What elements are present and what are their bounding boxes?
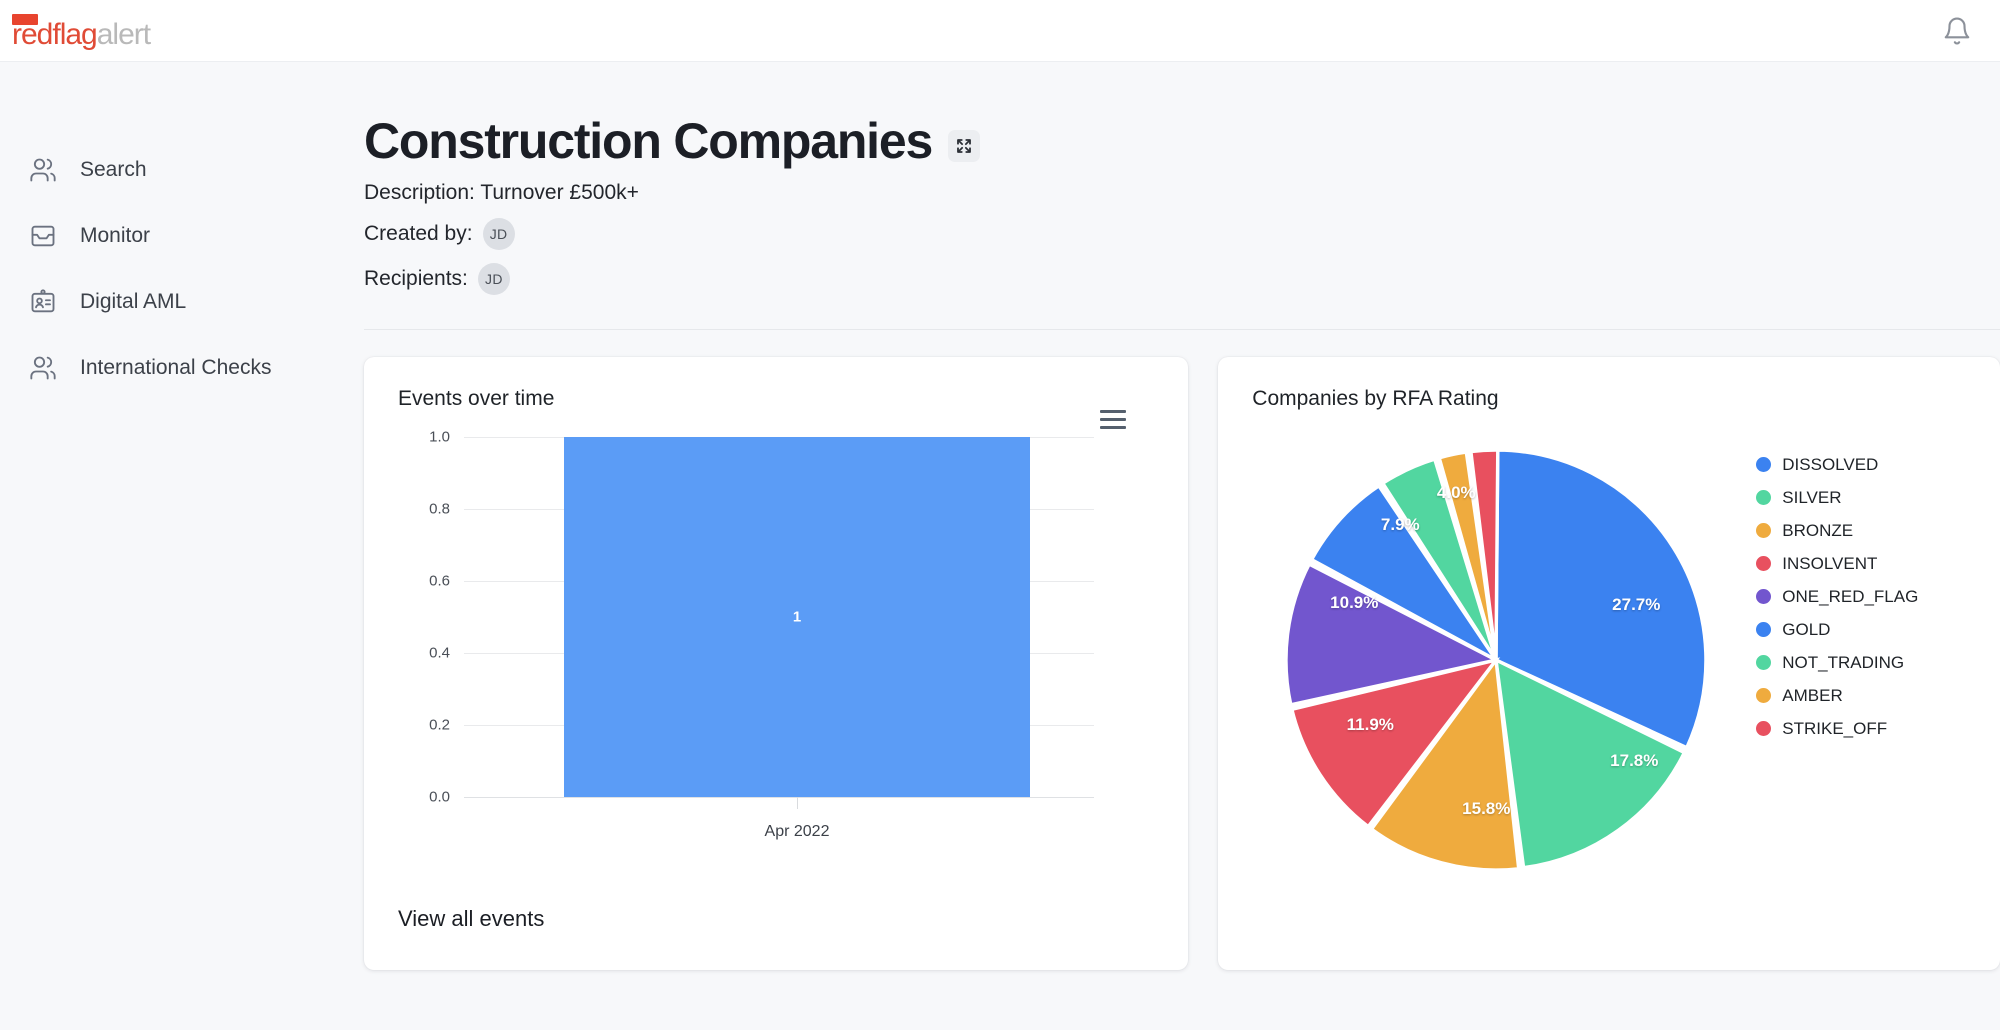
legend-label: BRONZE — [1782, 520, 1854, 540]
legend-label: SILVER — [1782, 487, 1842, 507]
legend-color-swatch — [1756, 721, 1772, 736]
main-content: Construction Companies Description: Turn… — [360, 62, 2000, 1030]
x-tick-mark — [797, 797, 798, 809]
legend-color-swatch — [1756, 655, 1772, 670]
legend-color-swatch — [1756, 523, 1772, 538]
x-tick-label: Apr 2022 — [764, 823, 830, 840]
top-bar: redflagalert — [0, 0, 2000, 62]
chart-menu-button[interactable] — [1100, 410, 1127, 429]
id-badge-icon — [28, 287, 58, 317]
legend-label: DISSOLVED — [1782, 454, 1879, 474]
pie-label-not-trading: 4.0% — [1436, 483, 1476, 502]
page-title: Construction Companies — [364, 113, 933, 169]
hamburger-menu-icon — [1100, 426, 1127, 429]
y-tick-label: 0.8 — [429, 500, 450, 518]
flag-icon — [12, 13, 38, 25]
card-title: Events over time — [398, 387, 555, 410]
legend-color-swatch — [1756, 556, 1772, 571]
legend-item-amber[interactable]: AMBER — [1756, 679, 1918, 712]
legend-color-swatch — [1756, 457, 1772, 472]
legend-label: NOT_TRADING — [1782, 652, 1905, 672]
sidebar-item-search[interactable]: Search — [0, 137, 360, 203]
view-all-events-link[interactable]: View all events — [398, 906, 544, 932]
legend-item-insolvent[interactable]: INSOLVENT — [1756, 547, 1918, 580]
title-row: Construction Companies — [364, 114, 2000, 168]
sidebar-item-label: Search — [80, 158, 147, 181]
y-tick-label: 1.0 — [429, 428, 450, 446]
notifications-button[interactable] — [1942, 16, 2000, 46]
legend-color-swatch — [1756, 589, 1772, 604]
description-text: Description: Turnover £500k+ — [364, 181, 639, 204]
legend-color-swatch — [1756, 688, 1772, 703]
bar-value-label: 1 — [792, 608, 802, 626]
legend-item-not-trading[interactable]: NOT_TRADING — [1756, 646, 1918, 679]
expand-button[interactable] — [948, 130, 981, 162]
pie-label-silver: 17.8% — [1610, 751, 1659, 770]
avatar[interactable]: JD — [477, 263, 510, 295]
brand-logo[interactable]: redflagalert — [0, 12, 151, 51]
created-by-row: Created by: JD — [364, 218, 2000, 250]
card-title: Companies by RFA Rating — [1252, 387, 1499, 410]
inbox-icon — [28, 221, 58, 251]
sidebar: Search Monitor Digital AML International… — [0, 62, 360, 1030]
recipients-label: Recipients: — [364, 267, 468, 290]
legend-label: GOLD — [1782, 619, 1831, 639]
pie-label-gold: 7.9% — [1380, 515, 1420, 534]
y-tick-label: 0.2 — [429, 716, 450, 734]
sidebar-item-monitor[interactable]: Monitor — [0, 203, 360, 269]
legend-color-swatch — [1756, 622, 1772, 637]
sidebar-item-label: International Checks — [80, 356, 272, 379]
sidebar-item-label: Monitor — [80, 224, 151, 247]
sidebar-item-international-checks[interactable]: International Checks — [0, 335, 360, 401]
sidebar-item-label: Digital AML — [80, 290, 187, 313]
description-line: Description: Turnover £500k+ — [364, 181, 2000, 205]
users-icon — [28, 353, 58, 383]
legend-label: ONE_RED_FLAG — [1782, 586, 1919, 606]
bell-icon — [1944, 17, 1970, 45]
legend-item-strike-off[interactable]: STRIKE_OFF — [1756, 712, 1918, 745]
pie-label-one-red-flag: 10.9% — [1330, 593, 1379, 612]
cards-row: Events over time 1.0 0.8 0.6 0.4 0.2 0.0 — [360, 330, 2000, 970]
pie-chart: 27.7% 17.8% 15.8% 11.9% 10.9% 7.9% 4.0% … — [1218, 423, 2000, 943]
pie-label-insolvent: 11.9% — [1346, 715, 1394, 734]
sidebar-item-digital-aml[interactable]: Digital AML — [0, 269, 360, 335]
legend-item-gold[interactable]: GOLD — [1756, 613, 1918, 646]
created-by-label: Created by: — [364, 222, 473, 245]
legend-label: STRIKE_OFF — [1782, 718, 1888, 738]
avatar[interactable]: JD — [482, 218, 515, 250]
axis-line — [464, 797, 1094, 798]
legend-label: AMBER — [1782, 685, 1843, 705]
events-over-time-card: Events over time 1.0 0.8 0.6 0.4 0.2 0.0 — [364, 357, 1189, 970]
pie-label-dissolved: 27.7% — [1612, 595, 1661, 614]
legend-color-swatch — [1756, 490, 1772, 505]
hamburger-menu-icon — [1100, 418, 1127, 421]
pie-label-bronze: 15.8% — [1462, 799, 1511, 818]
users-icon — [28, 155, 58, 185]
recipients-row: Recipients: JD — [364, 263, 2000, 295]
y-tick-label: 0.6 — [429, 572, 450, 590]
bar-chart: 1.0 0.8 0.6 0.4 0.2 0.0 1 Apr 2022 — [364, 429, 1197, 855]
legend-label: INSOLVENT — [1782, 553, 1878, 573]
pie-legend: DISSOLVED SILVER BRONZE INSOLVENT ONE_RE… — [1756, 448, 1918, 745]
legend-item-dissolved[interactable]: DISSOLVED — [1756, 448, 1918, 481]
page-header: Construction Companies Description: Turn… — [360, 62, 2000, 330]
legend-item-bronze[interactable]: BRONZE — [1756, 514, 1918, 547]
brand-name-gray: alert — [96, 17, 151, 51]
companies-by-rfa-rating-card: Companies by RFA Rating 27.7% 17.8% 15.8… — [1218, 357, 2000, 970]
expand-icon — [957, 139, 971, 153]
y-tick-label: 0.4 — [429, 644, 450, 662]
legend-item-silver[interactable]: SILVER — [1756, 481, 1918, 514]
hamburger-menu-icon — [1100, 410, 1127, 413]
y-tick-label: 0.0 — [429, 788, 450, 806]
legend-item-one-red-flag[interactable]: ONE_RED_FLAG — [1756, 580, 1918, 613]
